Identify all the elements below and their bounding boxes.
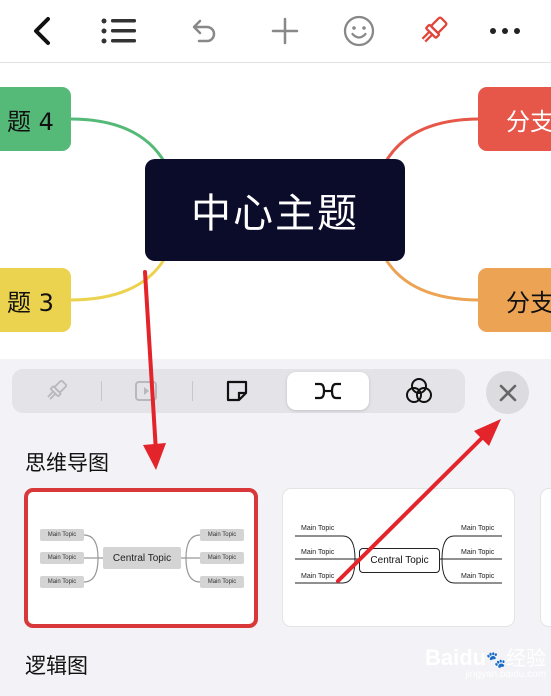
style-brush-icon (47, 379, 68, 400)
back-button[interactable] (20, 8, 66, 54)
emoji-button[interactable] (336, 8, 382, 54)
style-button[interactable] (410, 8, 456, 54)
section-title-mindmap: 思维导图 (25, 451, 109, 475)
watermark-brand: Baidu (425, 645, 487, 670)
branch-topic-label: 题 4 (7, 107, 54, 136)
template-central-topic: Central Topic (103, 547, 181, 569)
add-topic-button[interactable] (262, 8, 308, 54)
template-main-topic: Main Topic (200, 552, 244, 564)
tab-color-theme[interactable] (378, 372, 460, 410)
central-topic-label: 中心主题 (191, 191, 359, 237)
tab-sticker[interactable] (197, 372, 277, 410)
template-main-topic: Main Topic (200, 529, 244, 541)
watermark-url: jingyan.baidu.com (465, 669, 547, 680)
template-main-topic: Main Topic (301, 549, 335, 556)
more-button[interactable] (482, 8, 528, 54)
panel-tab-bar (12, 369, 465, 413)
outline-list-icon (101, 18, 136, 44)
outline-button[interactable] (95, 8, 141, 54)
branch-topic-3[interactable]: 题 3 (0, 268, 71, 332)
branch-topic-2[interactable]: 分支 (478, 268, 551, 332)
template-card-mindmap-1[interactable]: Main Topic Main Topic Main Topic Main To… (24, 488, 258, 628)
close-panel-button[interactable] (486, 371, 529, 414)
close-icon (499, 384, 516, 401)
sticker-icon (226, 380, 248, 402)
branch-topic-4[interactable]: 题 4 (0, 87, 71, 151)
paw-icon: 🐾 (486, 652, 507, 669)
top-toolbar (0, 0, 551, 63)
structure-icon (315, 382, 341, 400)
template-card-mindmap-2[interactable]: Main Topic Main Topic Main Topic Main To… (282, 488, 515, 627)
template-main-topic: Main Topic (40, 552, 84, 564)
color-theme-icon (406, 378, 432, 403)
back-icon (34, 17, 50, 45)
tab-style[interactable] (16, 372, 96, 410)
baidu-watermark: Baidu🐾经验 jingyan.baidu.com (425, 642, 546, 680)
style-brush-icon (421, 16, 448, 43)
template-main-topic: Main Topic (40, 529, 84, 541)
template-main-topic: Main Topic (301, 573, 335, 580)
branch-topic-label: 分支 (506, 288, 551, 317)
add-icon (271, 17, 299, 45)
mindmap-canvas[interactable]: 题 4 题 3 分支 分支 中心主题 (0, 63, 551, 359)
tab-divider (192, 381, 193, 401)
tab-structure[interactable] (287, 372, 369, 410)
branch-topic-label: 题 3 (7, 288, 54, 317)
template-main-topic: Main Topic (40, 576, 84, 588)
template-main-topic: Main Topic (301, 525, 335, 532)
more-icon (490, 28, 520, 34)
template-main-topic: Main Topic (461, 573, 495, 580)
media-icon (135, 381, 157, 401)
branch-topic-label: 分支 (506, 107, 551, 136)
watermark-suffix: 经验 (506, 648, 547, 670)
template-card-mindmap-3[interactable] (540, 488, 551, 627)
tab-divider (101, 381, 102, 401)
template-main-topic: Main Topic (461, 549, 495, 556)
section-title-logic: 逻辑图 (25, 654, 88, 678)
undo-button[interactable] (180, 8, 226, 54)
branch-topic-1[interactable]: 分支 (478, 87, 551, 151)
central-topic[interactable]: 中心主题 (145, 159, 405, 261)
template-central-topic: Central Topic (359, 548, 440, 573)
tab-media[interactable] (106, 372, 186, 410)
template-main-topic: Main Topic (200, 576, 244, 588)
undo-icon (192, 19, 216, 43)
emoji-icon (343, 15, 375, 47)
template-main-topic: Main Topic (461, 525, 495, 532)
